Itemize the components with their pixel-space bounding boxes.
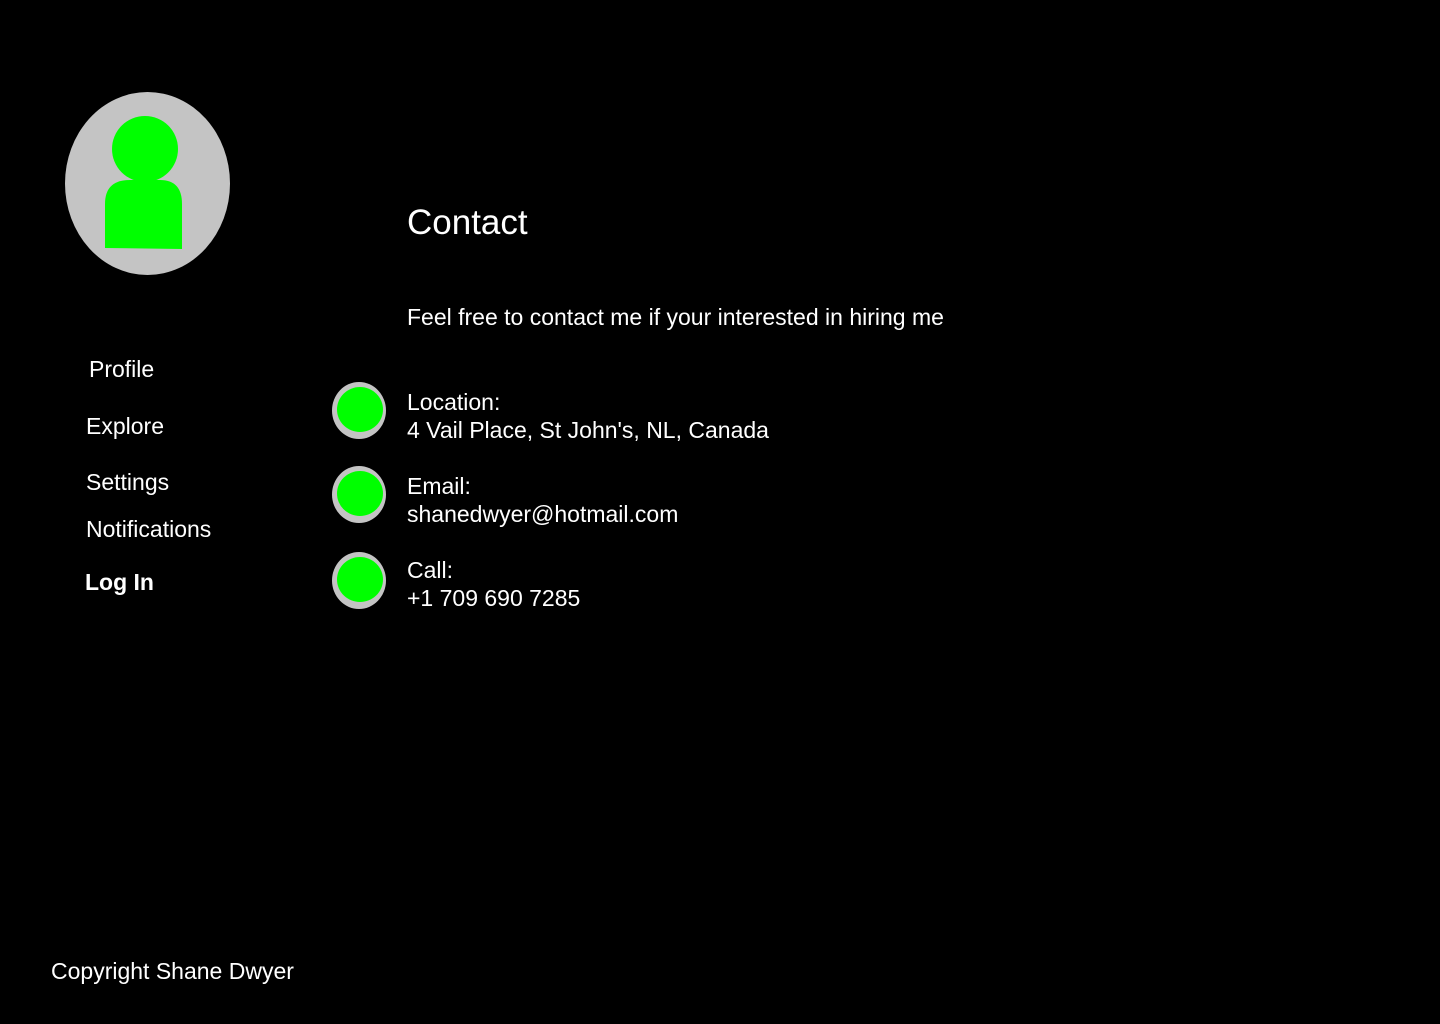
copyright-text: Copyright Shane Dwyer bbox=[51, 958, 294, 984]
contact-call-label: Call: bbox=[407, 557, 454, 583]
contact-email-label: Email: bbox=[407, 473, 471, 499]
nav-notifications[interactable]: Notifications bbox=[86, 515, 211, 543]
nav-settings[interactable]: Settings bbox=[86, 468, 169, 496]
contact-call-value[interactable]: +1 709 690 7285 bbox=[407, 584, 580, 612]
contact-email-value[interactable]: shanedwyer@hotmail.com bbox=[407, 500, 678, 528]
phone-icon[interactable] bbox=[332, 552, 386, 609]
contact-location: Location: 4 Vail Place, St John's, NL, C… bbox=[407, 388, 769, 444]
contact-location-label: Location: bbox=[407, 389, 501, 415]
email-icon[interactable] bbox=[332, 466, 386, 523]
contact-location-value: 4 Vail Place, St John's, NL, Canada bbox=[407, 417, 769, 443]
contact-page: Profile Explore Settings Notifications L… bbox=[0, 0, 1440, 1024]
email-icon-dot bbox=[337, 471, 383, 516]
nav-profile[interactable]: Profile bbox=[89, 355, 154, 383]
contact-email: Email: shanedwyer@hotmail.com bbox=[407, 472, 678, 528]
location-icon-dot bbox=[337, 387, 383, 432]
phone-icon-dot bbox=[337, 557, 383, 602]
user-avatar-icon[interactable] bbox=[65, 92, 230, 275]
contact-intro-text: Feel free to contact me if your interest… bbox=[407, 304, 944, 330]
login-link[interactable]: Log In bbox=[85, 568, 154, 596]
page-title: Contact bbox=[407, 203, 528, 242]
location-icon[interactable] bbox=[332, 382, 386, 439]
contact-call: Call: +1 709 690 7285 bbox=[407, 556, 580, 612]
nav-explore[interactable]: Explore bbox=[86, 412, 164, 440]
